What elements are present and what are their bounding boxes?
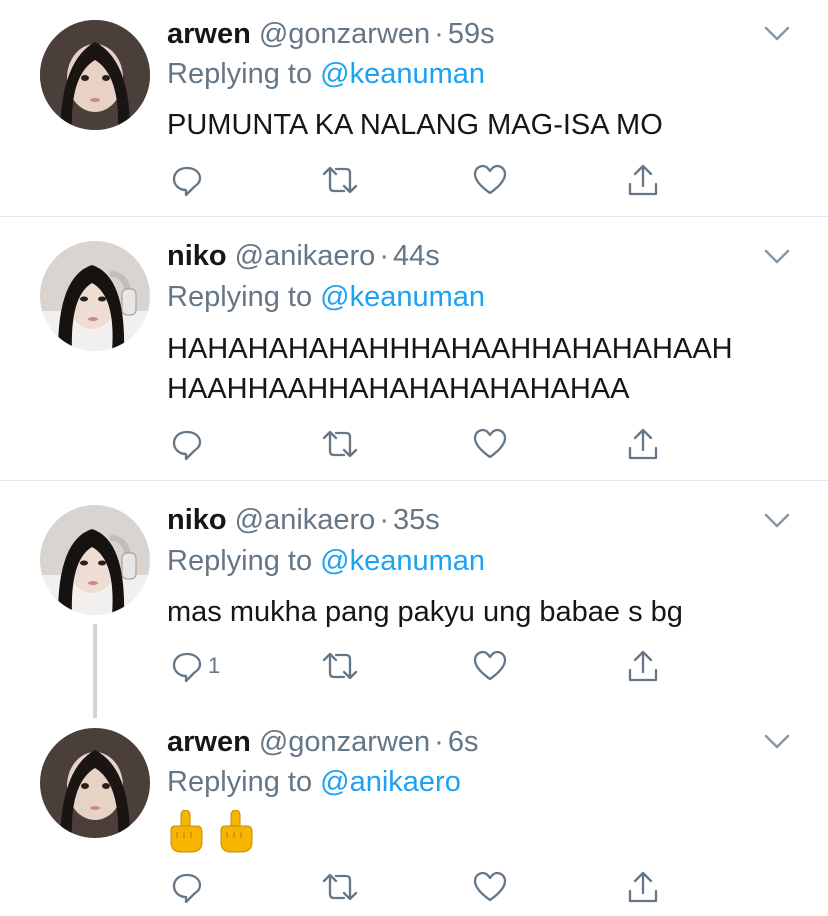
- tweet-emoji-content: [167, 809, 263, 859]
- display-name[interactable]: niko: [167, 240, 227, 272]
- reply-button[interactable]: [170, 424, 208, 464]
- retweet-button[interactable]: [320, 160, 360, 200]
- tweet-text: mas mukha pang pakyu ung babae s bg: [167, 596, 683, 628]
- display-name[interactable]: arwen: [167, 726, 251, 758]
- reply-count: 1: [208, 653, 221, 678]
- share-icon: [628, 650, 658, 682]
- share-button[interactable]: [626, 867, 660, 907]
- replying-to-label: Replying to: [167, 281, 313, 313]
- user-handle[interactable]: @gonzarwen: [259, 18, 430, 50]
- separator-dot: ·: [379, 240, 389, 272]
- share-icon: [628, 164, 658, 196]
- tweet[interactable]: arwen @gonzarwen · 59s Replying to @keanuma…: [0, 0, 828, 216]
- tweet-header: niko @anikaero · 35s: [167, 500, 440, 540]
- tweet-text: PUMUNTA KA NALANG MAG-ISA MO: [167, 109, 663, 141]
- retweet-button[interactable]: [320, 867, 360, 907]
- share-icon: [628, 428, 658, 460]
- like-icon: [473, 871, 507, 902]
- like-button[interactable]: [472, 867, 508, 907]
- like-icon: [473, 650, 507, 681]
- replying-to-label: Replying to: [167, 58, 313, 90]
- timestamp[interactable]: 44s: [393, 240, 440, 272]
- replying-to: Replying to @keanuman: [167, 277, 485, 317]
- like-button[interactable]: [472, 646, 508, 686]
- mention-link[interactable]: @keanuman: [320, 545, 485, 577]
- timestamp[interactable]: 59s: [448, 18, 495, 50]
- avatar[interactable]: [40, 728, 150, 838]
- reply-button[interactable]: [170, 160, 208, 200]
- middle-finger-emoji: [170, 809, 253, 853]
- like-button[interactable]: [472, 424, 508, 464]
- retweet-button[interactable]: [320, 646, 360, 686]
- replying-to-label: Replying to: [167, 545, 313, 577]
- user-handle[interactable]: @gonzarwen: [259, 726, 430, 758]
- share-button[interactable]: [626, 424, 660, 464]
- chevron-down-icon[interactable]: [760, 16, 794, 50]
- tweet-text: HAHAHAHAHAHHHAHAAHHAHAHAHAAH HAAHHAAHHAH…: [167, 333, 733, 405]
- avatar[interactable]: [40, 20, 150, 130]
- mention-link[interactable]: @keanuman: [320, 281, 485, 313]
- tweet[interactable]: niko @anikaero · 35s Replying to @keanuman …: [0, 481, 828, 711]
- user-handle[interactable]: @anikaero: [235, 504, 376, 536]
- replying-to: Replying to @keanuman: [167, 54, 485, 94]
- mention-link[interactable]: @anikaero: [320, 766, 461, 798]
- retweet-icon: [322, 652, 358, 680]
- replying-to: Replying to @anikaero: [167, 762, 461, 802]
- like-icon: [473, 164, 507, 195]
- separator-dot: ·: [434, 18, 444, 50]
- reply-icon: [172, 652, 202, 683]
- avatar[interactable]: [40, 241, 150, 351]
- retweet-icon: [322, 873, 358, 901]
- avatar[interactable]: [40, 505, 150, 615]
- tweet[interactable]: niko @anikaero · 44s Replying to @keanuman …: [0, 217, 828, 480]
- timestamp[interactable]: 35s: [393, 504, 440, 536]
- reply-button[interactable]: [170, 867, 208, 907]
- chevron-down-icon[interactable]: [760, 724, 794, 758]
- tweet-header: niko @anikaero · 44s: [167, 236, 440, 276]
- display-name[interactable]: niko: [167, 504, 227, 536]
- share-icon: [628, 871, 658, 903]
- tweet[interactable]: arwen @gonzarwen · 6s Replying to @anikaero: [0, 710, 828, 916]
- retweet-icon: [322, 166, 358, 194]
- replying-to-label: Replying to: [167, 766, 313, 798]
- display-name[interactable]: arwen: [167, 18, 251, 50]
- tweet-header: arwen @gonzarwen · 59s: [167, 14, 495, 54]
- reply-icon: [172, 166, 202, 197]
- reply-icon: [172, 430, 202, 461]
- timestamp[interactable]: 6s: [448, 726, 479, 758]
- reply-button[interactable]: 1: [170, 646, 220, 686]
- chevron-down-icon[interactable]: [760, 503, 794, 537]
- tweet-header: arwen @gonzarwen · 6s: [167, 722, 478, 762]
- share-button[interactable]: [626, 160, 660, 200]
- separator-dot: ·: [379, 504, 389, 536]
- separator-dot: ·: [434, 726, 444, 758]
- reply-icon: [172, 873, 202, 904]
- chevron-down-icon[interactable]: [760, 239, 794, 273]
- mention-link[interactable]: @keanuman: [320, 58, 485, 90]
- retweet-button[interactable]: [320, 424, 360, 464]
- user-handle[interactable]: @anikaero: [235, 240, 376, 272]
- share-button[interactable]: [626, 646, 660, 686]
- like-button[interactable]: [472, 160, 508, 200]
- replying-to: Replying to @keanuman: [167, 541, 485, 581]
- retweet-icon: [322, 430, 358, 458]
- like-icon: [473, 428, 507, 459]
